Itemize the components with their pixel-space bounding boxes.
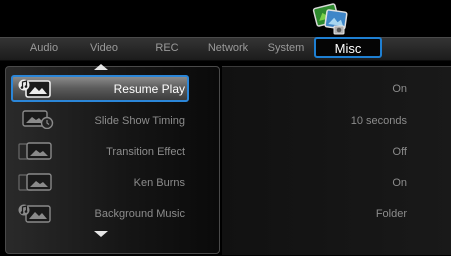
background-music-value: Folder xyxy=(375,208,407,220)
scroll-up-arrow-icon[interactable] xyxy=(94,64,108,70)
tab-video[interactable]: Video xyxy=(84,41,124,55)
tab-network[interactable]: Network xyxy=(202,41,254,55)
scroll-down-arrow-icon[interactable] xyxy=(94,231,108,237)
ken-burns-value: On xyxy=(392,177,407,189)
tab-audio[interactable]: Audio xyxy=(22,41,66,55)
resume-play-value: On xyxy=(392,83,407,95)
photo-music-icon xyxy=(18,204,51,223)
transition-effect-label[interactable]: Transition Effect xyxy=(60,144,185,160)
transition-effect-value: Off xyxy=(392,146,407,158)
photo-music-icon xyxy=(18,79,51,98)
slide-show-timing-label[interactable]: Slide Show Timing xyxy=(60,113,186,129)
tab-rec[interactable]: REC xyxy=(150,41,184,55)
ken-burns-label[interactable]: Ken Burns xyxy=(60,175,185,191)
photo-transition-icon xyxy=(18,173,52,191)
photo-stack-icon xyxy=(312,3,348,35)
photo-transition-icon xyxy=(18,142,52,160)
tab-system[interactable]: System xyxy=(264,41,308,55)
tab-misc[interactable]: Misc xyxy=(314,37,382,58)
resume-play-label[interactable]: Resume Play xyxy=(60,81,185,97)
slide-show-timing-value: 10 seconds xyxy=(350,115,407,127)
background-music-label[interactable]: Background Music xyxy=(60,206,186,222)
photo-clock-icon xyxy=(22,110,54,129)
settings-screen: Audio Video REC Network System Misc Resu… xyxy=(0,0,451,256)
